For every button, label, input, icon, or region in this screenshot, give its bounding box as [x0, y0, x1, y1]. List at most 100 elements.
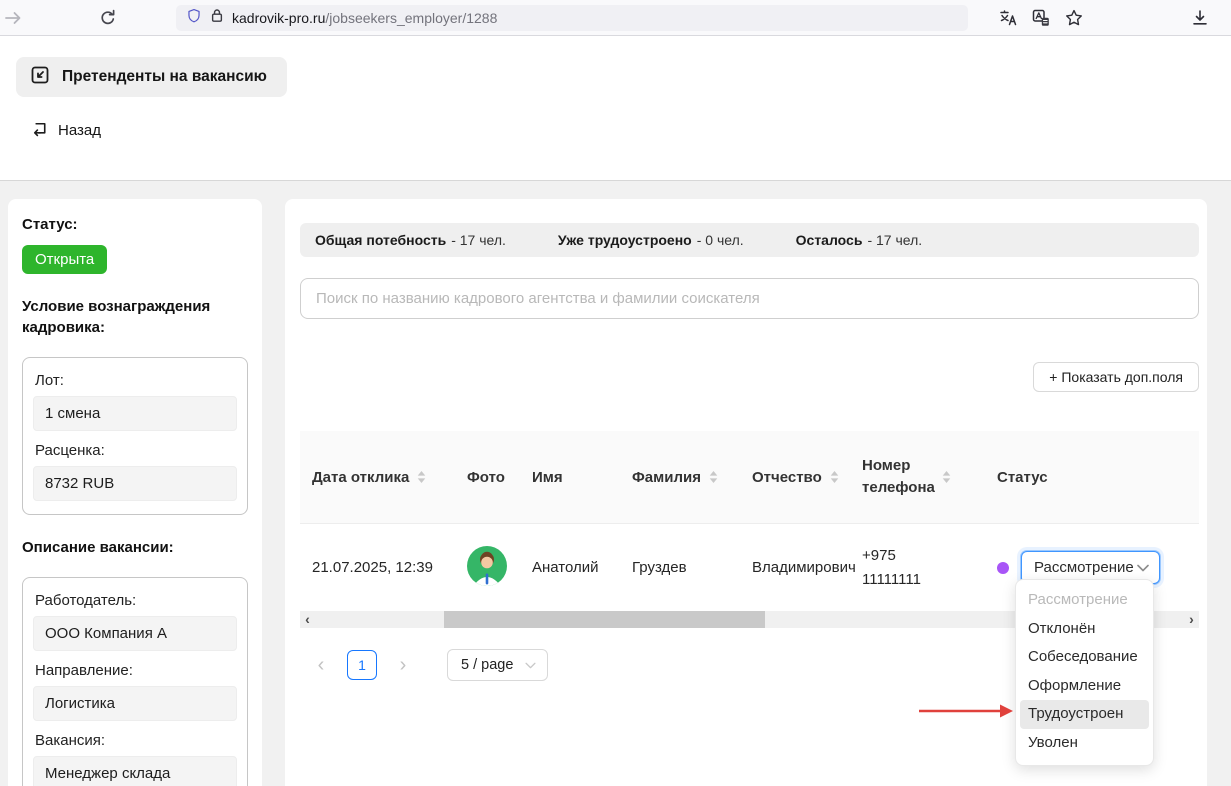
bookmark-star-icon[interactable]: [1064, 8, 1084, 28]
page-1-button[interactable]: 1: [347, 650, 377, 680]
employer-label: Работодатель:: [35, 592, 235, 609]
status-badge[interactable]: Открыта: [22, 245, 107, 274]
direction-field: Логистика: [33, 686, 237, 721]
cell-phone: +97511111111: [850, 544, 985, 591]
page-size-select[interactable]: 5 / page: [447, 649, 548, 681]
column-header-date[interactable]: Дата отклика: [300, 469, 455, 486]
toolbar-right-icons: [998, 8, 1084, 28]
download-icon[interactable]: [1190, 8, 1210, 28]
column-header-patronymic-label: Отчество: [752, 469, 822, 486]
browser-toolbar: kadrovik-pro.ru/jobseekers_employer/1288: [0, 0, 1231, 36]
back-icon: [30, 119, 49, 142]
stat-remaining-label: Осталось: [796, 232, 863, 248]
shield-icon[interactable]: [186, 8, 202, 29]
column-header-patronymic[interactable]: Отчество: [740, 469, 850, 486]
column-header-last-name-label: Фамилия: [632, 469, 701, 486]
status-dot: [997, 562, 1009, 574]
url-path: /jobseekers_employer/1288: [325, 10, 497, 26]
lot-field: 1 смена: [33, 396, 237, 431]
sort-icon[interactable]: [417, 471, 426, 483]
stat-remaining-value: - 17 чел.: [867, 232, 922, 248]
lot-label: Лот:: [35, 372, 235, 389]
vacancy-sidebar: Статус: Открыта Условие вознаграждения к…: [8, 199, 262, 786]
rate-field: 8732 RUB: [33, 466, 237, 501]
page-title-label: Претенденты на вакансию: [62, 68, 267, 86]
cell-patronymic: Владимирович: [740, 559, 850, 576]
applicant-avatar: [467, 546, 507, 590]
translate-page-icon[interactable]: [1031, 8, 1051, 28]
scroll-left-icon[interactable]: ‹: [300, 611, 315, 628]
show-extra-fields-button[interactable]: + Показать доп.поля: [1033, 362, 1199, 392]
column-header-last-name[interactable]: Фамилия: [620, 469, 740, 486]
status-dropdown-menu: Рассмотрение Отклонён Собеседование Офор…: [1015, 579, 1154, 766]
status-label: Статус:: [22, 215, 248, 235]
url-domain: kadrovik-pro.ru: [232, 10, 325, 26]
column-header-phone-label: Номер телефона: [862, 455, 934, 499]
forward-icon[interactable]: [4, 8, 24, 28]
content-area: Статус: Открыта Условие вознаграждения к…: [0, 180, 1231, 786]
chevron-down-icon: [1137, 559, 1149, 576]
cell-response-date: 21.07.2025, 12:39: [300, 559, 455, 576]
dropdown-option-uvolen[interactable]: Уволен: [1020, 729, 1149, 758]
reward-heading: Условие вознаграждения кадровика:: [22, 297, 248, 338]
cell-last-name: Груздев: [620, 559, 740, 576]
phone-line2: 11111111: [862, 568, 921, 591]
status-select-value: Рассмотрение: [1034, 559, 1134, 576]
dropdown-option-sobesedovanie[interactable]: Собеседование: [1020, 643, 1149, 672]
reward-box: Лот: 1 смена Расценка: 8732 RUB: [22, 357, 248, 515]
column-header-date-label: Дата отклика: [312, 469, 409, 486]
stat-employed-value: - 0 чел.: [697, 232, 744, 248]
next-page-icon[interactable]: ›: [392, 654, 414, 677]
stat-total: Общая потебность - 17 чел.: [315, 232, 506, 248]
screen: kadrovik-pro.ru/jobseekers_employer/1288…: [0, 0, 1231, 786]
stat-employed-label: Уже трудоустроено: [558, 232, 692, 248]
back-button[interactable]: Назад: [30, 119, 101, 142]
column-header-photo-label: Фото: [467, 469, 505, 486]
annotation-arrow-icon: [918, 703, 1014, 724]
vacancy-stats-bar: Общая потебность - 17 чел. Уже трудоустро…: [300, 223, 1199, 257]
applicants-icon: [29, 64, 51, 91]
column-header-phone[interactable]: Номер телефона: [850, 455, 985, 499]
url-text: kadrovik-pro.ru/jobseekers_employer/1288: [232, 10, 497, 26]
phone-line1: +975: [862, 544, 921, 567]
url-bar[interactable]: kadrovik-pro.ru/jobseekers_employer/1288: [176, 5, 968, 31]
cell-first-name: Анатолий: [520, 559, 620, 576]
stat-remaining: Осталось- 17 чел.: [796, 232, 922, 248]
direction-label: Направление:: [35, 662, 235, 679]
scroll-right-icon[interactable]: ›: [1184, 611, 1199, 628]
column-header-status: Статус: [985, 469, 1199, 486]
column-header-first-name: Имя: [520, 469, 620, 486]
employer-field: ООО Компания А: [33, 616, 237, 651]
stat-total-value: - 17 чел.: [451, 232, 506, 248]
dropdown-option-trudoustroen[interactable]: Трудоустроен: [1020, 700, 1149, 729]
stat-total-label: Общая потебность: [315, 232, 446, 248]
dropdown-option-oformlenie[interactable]: Оформление: [1020, 672, 1149, 701]
column-header-status-label: Статус: [997, 469, 1048, 486]
vacancy-label: Вакансия:: [35, 732, 235, 749]
table-header-row: Дата отклика Фото Имя Фамилия Отчество: [300, 431, 1199, 523]
sort-icon[interactable]: [709, 471, 718, 483]
back-label: Назад: [58, 122, 101, 139]
reload-icon[interactable]: [98, 8, 118, 28]
sort-icon[interactable]: [942, 471, 951, 483]
cell-photo: [455, 546, 520, 590]
dropdown-option-otklonen[interactable]: Отклонён: [1020, 615, 1149, 644]
sort-icon[interactable]: [830, 471, 839, 483]
page-header: Претенденты на вакансию Назад: [0, 36, 1231, 180]
description-heading: Описание вакансии:: [22, 538, 248, 558]
rate-label: Расценка:: [35, 442, 235, 459]
dropdown-option-rassmotrenie[interactable]: Рассмотрение: [1020, 586, 1149, 615]
column-header-first-name-label: Имя: [532, 469, 563, 486]
chevron-down-icon: [525, 657, 536, 673]
lock-icon[interactable]: [210, 8, 224, 28]
page-size-value: 5 / page: [461, 657, 513, 673]
prev-page-icon[interactable]: ‹: [310, 654, 332, 677]
vacancy-field: Менеджер склада: [33, 756, 237, 786]
page-title: Претенденты на вакансию: [16, 57, 287, 97]
translate-icon[interactable]: [998, 8, 1018, 28]
scrollbar-thumb[interactable]: [444, 611, 765, 628]
column-header-photo: Фото: [455, 469, 520, 486]
stat-employed: Уже трудоустроено - 0 чел.: [558, 232, 744, 248]
pagination: ‹ 1 › 5 / page: [310, 649, 548, 681]
search-input[interactable]: [300, 278, 1199, 319]
